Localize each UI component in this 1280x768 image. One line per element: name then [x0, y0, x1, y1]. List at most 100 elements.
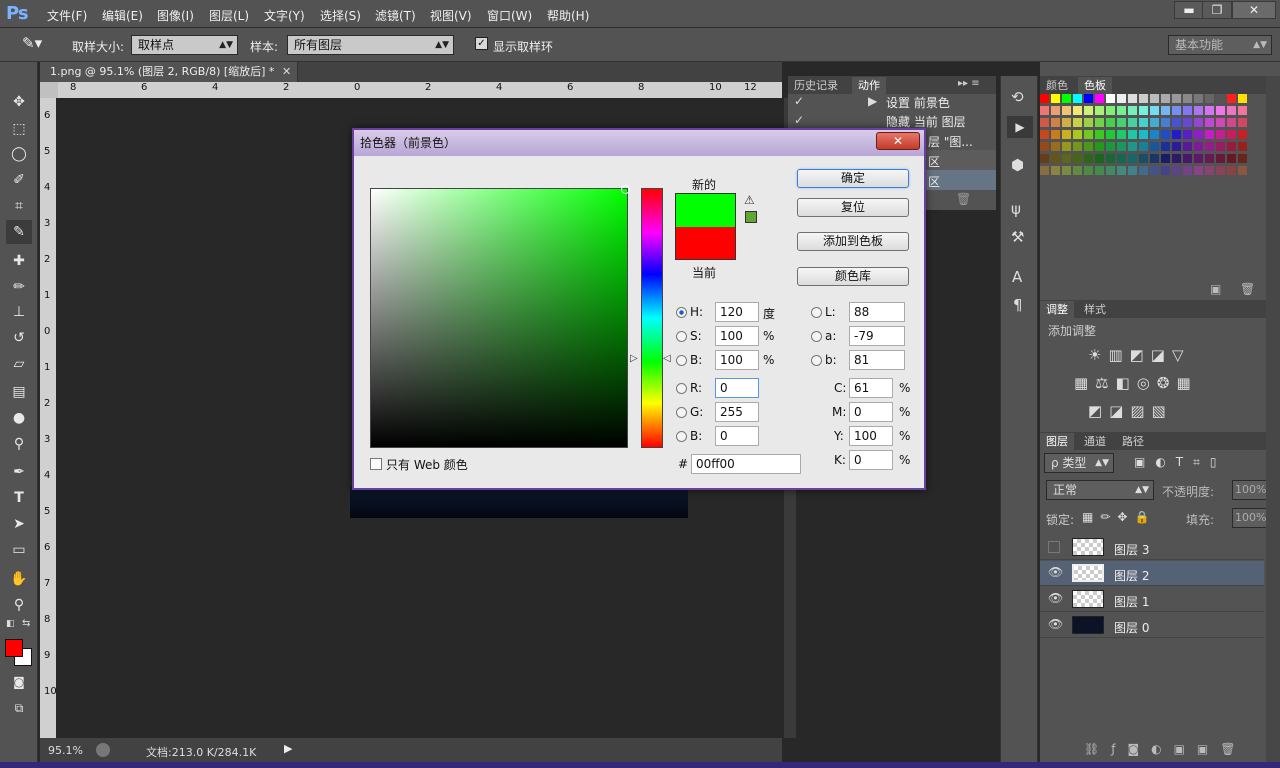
field-y[interactable]: 100 — [849, 426, 893, 446]
history-brush-icon[interactable]: ↺ — [6, 326, 32, 350]
swatch[interactable] — [1216, 154, 1225, 163]
layer-name[interactable]: 图层 3 — [1114, 541, 1149, 558]
eraser-icon[interactable]: ▱ — [6, 352, 32, 376]
layer-name[interactable]: 图层 2 — [1114, 567, 1149, 584]
current-color-swatch[interactable] — [676, 227, 735, 259]
swatch[interactable] — [1095, 94, 1104, 103]
tab-color[interactable]: 颜色 — [1040, 77, 1074, 94]
color-picker-cursor[interactable] — [621, 185, 630, 194]
tab-adjustments[interactable]: 调整 — [1040, 301, 1074, 318]
healing-brush-icon[interactable]: ✚ — [6, 249, 32, 273]
document-image[interactable] — [350, 486, 688, 518]
saturation-brightness-field[interactable] — [370, 188, 628, 448]
web-colors-checkbox[interactable] — [370, 458, 382, 470]
character-icon[interactable]: A — [1012, 268, 1022, 286]
swatch[interactable] — [1227, 106, 1236, 115]
dialog-close-button[interactable]: ✕ — [876, 132, 920, 150]
swatch[interactable] — [1117, 142, 1126, 151]
swatch[interactable] — [1139, 142, 1148, 151]
swatch[interactable] — [1095, 106, 1104, 115]
eye-icon[interactable]: 👁 — [1048, 565, 1063, 579]
swatch[interactable] — [1073, 166, 1082, 175]
3d-icon[interactable]: ⬢ — [1011, 156, 1024, 174]
swatch[interactable] — [1227, 130, 1236, 139]
swatch-grid[interactable] — [1040, 94, 1260, 178]
add-to-swatches-button[interactable]: 添加到色板 — [797, 232, 909, 251]
tab-paths[interactable]: 路径 — [1116, 433, 1150, 450]
swatch[interactable] — [1084, 94, 1093, 103]
swatch[interactable] — [1040, 154, 1049, 163]
close-tab-icon[interactable]: ✕ — [282, 62, 291, 82]
check-icon[interactable]: ✓ — [794, 94, 804, 108]
swatch[interactable] — [1095, 166, 1104, 175]
swatch[interactable] — [1172, 130, 1181, 139]
field-m[interactable]: 0 — [849, 402, 893, 422]
show-ring-checkbox[interactable]: ✓ — [475, 37, 488, 50]
swatch[interactable] — [1106, 118, 1115, 127]
close-button[interactable]: ✕ — [1232, 1, 1276, 19]
swatch[interactable] — [1062, 154, 1071, 163]
swatch[interactable] — [1084, 142, 1093, 151]
swatch[interactable] — [1205, 118, 1214, 127]
swatch[interactable] — [1216, 106, 1225, 115]
trash-icon[interactable]: 🗑 — [956, 192, 971, 206]
swatch[interactable] — [1084, 106, 1093, 115]
swatch[interactable] — [1139, 94, 1148, 103]
layer-row[interactable]: 图层 3 — [1040, 535, 1264, 560]
radio-r[interactable] — [676, 383, 687, 394]
zoom-tool-icon[interactable]: ⚲ — [6, 593, 32, 617]
swatch[interactable] — [1117, 106, 1126, 115]
swatch[interactable] — [1150, 154, 1159, 163]
swatch[interactable] — [1183, 106, 1192, 115]
visibility-toggle[interactable] — [1048, 541, 1060, 553]
swatch[interactable] — [1117, 118, 1126, 127]
swatch[interactable] — [1128, 154, 1137, 163]
swatch[interactable] — [1062, 130, 1071, 139]
delete-swatch-icon[interactable]: 🗑 — [1240, 282, 1255, 296]
workspace-select[interactable]: 基本功能 ▲▼ — [1168, 35, 1272, 55]
swatch[interactable] — [1238, 94, 1247, 103]
radio-s[interactable] — [676, 331, 687, 342]
tab-history[interactable]: 历史记录 — [788, 77, 844, 94]
brush-presets-icon[interactable]: ψ — [1011, 200, 1021, 218]
check-icon[interactable]: ✓ — [794, 113, 804, 127]
swatch[interactable] — [1238, 154, 1247, 163]
swatch[interactable] — [1172, 94, 1181, 103]
swatch[interactable] — [1128, 106, 1137, 115]
layer-filter-select[interactable]: ρ 类型 ▲▼ — [1044, 453, 1114, 473]
quick-select-tool-icon[interactable]: ✐ — [6, 168, 32, 192]
sample-select[interactable]: 所有图层 ▲▼ — [287, 35, 454, 55]
field-s[interactable]: 100 — [715, 326, 759, 346]
menu-file[interactable]: 文件(F) — [47, 7, 87, 24]
swatch[interactable] — [1128, 142, 1137, 151]
swatch[interactable] — [1150, 166, 1159, 175]
swatch[interactable] — [1084, 154, 1093, 163]
field-k[interactable]: 0 — [849, 450, 893, 470]
swatch[interactable] — [1051, 94, 1060, 103]
action-row[interactable]: 区 — [928, 173, 940, 190]
swatch[interactable] — [1139, 130, 1148, 139]
layer-action-icons[interactable]: ⛓ƒ◙◐▣▣🗑 — [1084, 742, 1247, 756]
menu-select[interactable]: 选择(S) — [320, 7, 361, 24]
swatch[interactable] — [1106, 142, 1115, 151]
swatch[interactable] — [1084, 130, 1093, 139]
status-info-icon[interactable] — [96, 743, 110, 757]
swatch[interactable] — [1194, 118, 1203, 127]
radio-lab-b[interactable] — [811, 355, 822, 366]
tab-actions[interactable]: 动作 — [852, 77, 886, 94]
swatch[interactable] — [1106, 106, 1115, 115]
menu-layer[interactable]: 图层(L) — [209, 7, 249, 24]
field-brightness[interactable]: 100 — [715, 350, 759, 370]
swatch[interactable] — [1117, 154, 1126, 163]
gradient-tool-icon[interactable]: ▤ — [6, 380, 32, 404]
swatch[interactable] — [1238, 142, 1247, 151]
path-select-icon[interactable]: ➤ — [6, 512, 32, 536]
swatch[interactable] — [1128, 118, 1137, 127]
blur-tool-icon[interactable]: ● — [6, 406, 32, 430]
swatch[interactable] — [1150, 142, 1159, 151]
swap-colors-icon[interactable]: ⇆ — [22, 618, 30, 629]
swatch[interactable] — [1117, 94, 1126, 103]
restore-button[interactable]: ❐ — [1202, 1, 1232, 19]
swatch[interactable] — [1139, 166, 1148, 175]
screen-mode-icon[interactable]: ⧉ — [6, 696, 32, 720]
